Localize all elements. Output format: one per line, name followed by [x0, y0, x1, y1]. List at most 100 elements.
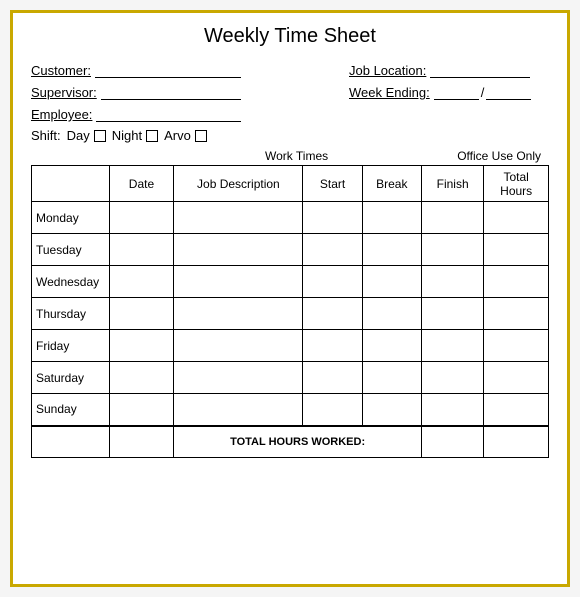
- job-location-input[interactable]: [430, 62, 530, 78]
- job-tuesday[interactable]: [174, 234, 303, 266]
- customer-row: Customer:: [31, 62, 241, 78]
- break-wednesday[interactable]: [362, 266, 421, 298]
- week-ending-year[interactable]: [486, 84, 531, 100]
- header-total: TotalHours: [484, 166, 549, 202]
- total-value[interactable]: [484, 426, 549, 458]
- job-friday[interactable]: [174, 330, 303, 362]
- total-monday[interactable]: [484, 202, 549, 234]
- row-tuesday: Tuesday: [32, 234, 549, 266]
- start-thursday[interactable]: [303, 298, 362, 330]
- day-friday: Friday: [32, 330, 110, 362]
- date-friday[interactable]: [109, 330, 174, 362]
- table-header-row: Date Job Description Start Break Finish …: [32, 166, 549, 202]
- break-tuesday[interactable]: [362, 234, 421, 266]
- week-separator: /: [481, 85, 485, 100]
- week-ending-label: Week Ending:: [349, 85, 430, 100]
- break-thursday[interactable]: [362, 298, 421, 330]
- shift-arvo-label: Arvo: [164, 128, 191, 143]
- form-right: Job Location: Week Ending: /: [349, 62, 549, 122]
- header-break: Break: [362, 166, 421, 202]
- job-thursday[interactable]: [174, 298, 303, 330]
- finish-friday[interactable]: [421, 330, 483, 362]
- start-saturday[interactable]: [303, 362, 362, 394]
- start-tuesday[interactable]: [303, 234, 362, 266]
- day-wednesday: Wednesday: [32, 266, 110, 298]
- day-sunday: Sunday: [32, 394, 110, 426]
- shift-day-checkbox[interactable]: [94, 130, 106, 142]
- header-start: Start: [303, 166, 362, 202]
- timesheet-table: Date Job Description Start Break Finish …: [31, 165, 549, 458]
- supervisor-row: Supervisor:: [31, 84, 241, 100]
- row-sunday: Sunday: [32, 394, 549, 426]
- shift-day-option: Day: [67, 128, 106, 143]
- finish-tuesday[interactable]: [421, 234, 483, 266]
- job-sunday[interactable]: [174, 394, 303, 426]
- shift-arvo-option: Arvo: [164, 128, 207, 143]
- page-title: Weekly Time Sheet: [31, 25, 549, 48]
- start-friday[interactable]: [303, 330, 362, 362]
- day-monday: Monday: [32, 202, 110, 234]
- break-friday[interactable]: [362, 330, 421, 362]
- employee-label: Employee:: [31, 107, 92, 122]
- row-friday: Friday: [32, 330, 549, 362]
- form-section: Customer: Supervisor: Employee: Job Loca…: [31, 62, 549, 122]
- shift-row: Shift: Day Night Arvo: [31, 128, 549, 143]
- job-wednesday[interactable]: [174, 266, 303, 298]
- form-left: Customer: Supervisor: Employee:: [31, 62, 241, 122]
- day-tuesday: Tuesday: [32, 234, 110, 266]
- date-saturday[interactable]: [109, 362, 174, 394]
- week-ending-row: Week Ending: /: [349, 84, 549, 100]
- total-thursday[interactable]: [484, 298, 549, 330]
- supervisor-input[interactable]: [101, 84, 241, 100]
- row-monday: Monday: [32, 202, 549, 234]
- finish-monday[interactable]: [421, 202, 483, 234]
- start-monday[interactable]: [303, 202, 362, 234]
- customer-label: Customer:: [31, 63, 91, 78]
- finish-sunday[interactable]: [421, 394, 483, 426]
- row-total: TOTAL HOURS WORKED:: [32, 426, 549, 458]
- shift-label: Shift:: [31, 128, 61, 143]
- break-sunday[interactable]: [362, 394, 421, 426]
- total-day-empty: [32, 426, 110, 458]
- job-saturday[interactable]: [174, 362, 303, 394]
- employee-row: Employee:: [31, 106, 241, 122]
- break-saturday[interactable]: [362, 362, 421, 394]
- shift-arvo-checkbox[interactable]: [195, 130, 207, 142]
- shift-night-checkbox[interactable]: [146, 130, 158, 142]
- total-saturday[interactable]: [484, 362, 549, 394]
- start-sunday[interactable]: [303, 394, 362, 426]
- office-use-label: Office Use Only: [457, 149, 541, 163]
- date-monday[interactable]: [109, 202, 174, 234]
- shift-night-option: Night: [112, 128, 158, 143]
- header-job: Job Description: [174, 166, 303, 202]
- shift-day-label: Day: [67, 128, 90, 143]
- start-wednesday[interactable]: [303, 266, 362, 298]
- day-thursday: Thursday: [32, 298, 110, 330]
- week-ending-fields: /: [434, 84, 532, 100]
- total-tuesday[interactable]: [484, 234, 549, 266]
- finish-saturday[interactable]: [421, 362, 483, 394]
- work-times-label: Work Times: [265, 149, 328, 163]
- total-sunday[interactable]: [484, 394, 549, 426]
- day-saturday: Saturday: [32, 362, 110, 394]
- date-tuesday[interactable]: [109, 234, 174, 266]
- job-monday[interactable]: [174, 202, 303, 234]
- date-sunday[interactable]: [109, 394, 174, 426]
- finish-thursday[interactable]: [421, 298, 483, 330]
- break-monday[interactable]: [362, 202, 421, 234]
- customer-input[interactable]: [95, 62, 241, 78]
- week-ending-month[interactable]: [434, 84, 479, 100]
- header-day: [32, 166, 110, 202]
- total-date-empty: [109, 426, 174, 458]
- total-friday[interactable]: [484, 330, 549, 362]
- total-wednesday[interactable]: [484, 266, 549, 298]
- date-thursday[interactable]: [109, 298, 174, 330]
- job-location-row: Job Location:: [349, 62, 549, 78]
- job-location-label: Job Location:: [349, 63, 426, 78]
- header-finish: Finish: [421, 166, 483, 202]
- date-wednesday[interactable]: [109, 266, 174, 298]
- table-labels: Work Times Office Use Only: [31, 149, 549, 163]
- supervisor-label: Supervisor:: [31, 85, 97, 100]
- finish-wednesday[interactable]: [421, 266, 483, 298]
- employee-input[interactable]: [96, 106, 240, 122]
